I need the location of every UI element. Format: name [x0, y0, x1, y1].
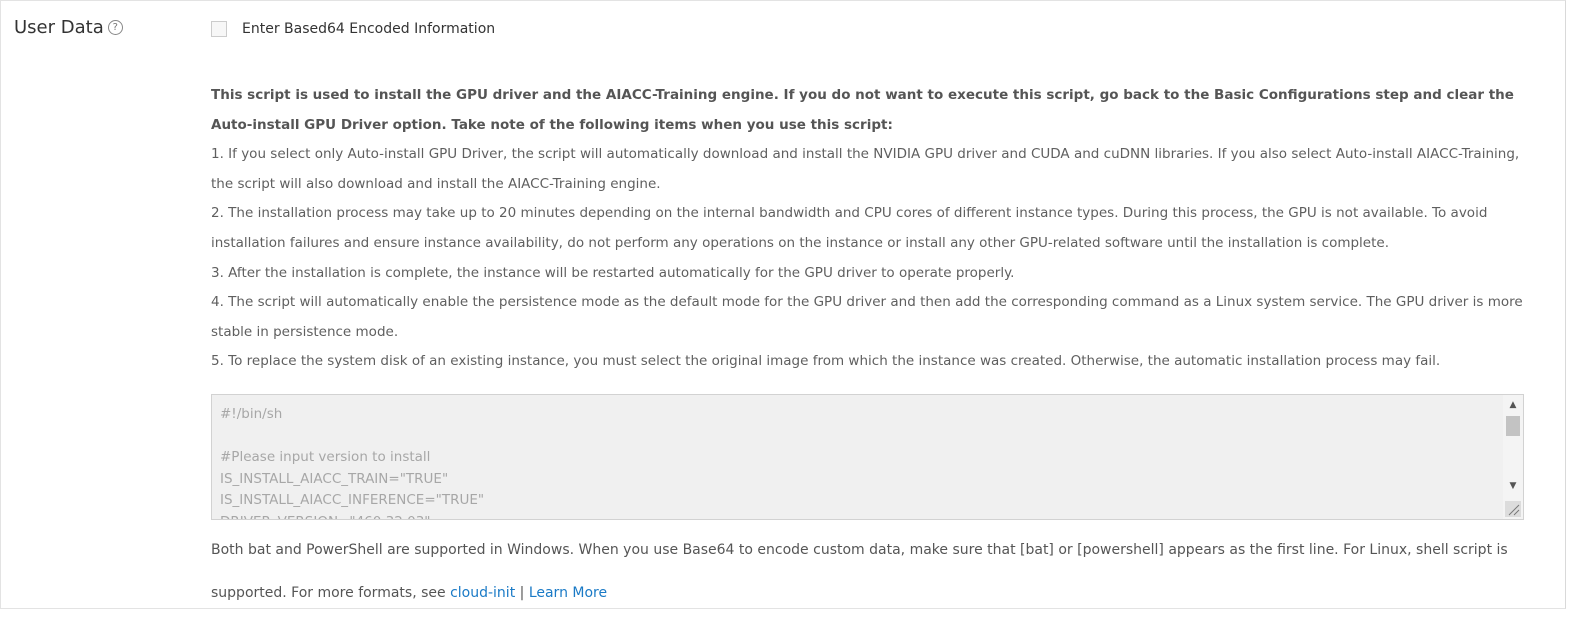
cloud-init-link[interactable]: cloud-init [450, 585, 515, 601]
scroll-thumb[interactable] [1506, 416, 1520, 436]
notes-item-1: 1. If you select only Auto-install GPU D… [211, 146, 1520, 192]
field-label: User Data [14, 17, 104, 38]
scroll-up-arrow-icon[interactable]: ▲ [1503, 397, 1523, 413]
notes-item-2: 2. The installation process may take up … [211, 205, 1488, 251]
base64-checkbox-label[interactable]: Enter Based64 Encoded Information [242, 21, 495, 37]
footer-text: Both bat and PowerShell are supported in… [211, 542, 1508, 601]
notes-item-3: 3. After the installation is complete, t… [211, 264, 1015, 281]
notes-intro: This script is used to install the GPU d… [211, 87, 1514, 133]
base64-checkbox-row[interactable]: Enter Based64 Encoded Information [211, 21, 495, 37]
gpu-script-notes: This script is used to install the GPU d… [211, 81, 1531, 377]
user-data-textarea[interactable]: #!/bin/sh #Please input version to insta… [211, 394, 1524, 520]
base64-checkbox[interactable] [211, 21, 227, 37]
scroll-down-arrow-icon[interactable]: ▼ [1503, 478, 1523, 494]
learn-more-link[interactable]: Learn More [529, 585, 607, 601]
footer-help-text: Both bat and PowerShell are supported in… [211, 529, 1531, 615]
resize-handle-icon[interactable] [1505, 501, 1521, 517]
help-icon[interactable]: ? [107, 20, 123, 35]
notes-item-5: 5. To replace the system disk of an exis… [211, 353, 1441, 370]
user-data-label-row: User Data ? [14, 17, 123, 38]
link-separator: | [515, 585, 529, 601]
textarea-content: #!/bin/sh #Please input version to insta… [220, 406, 485, 519]
notes-item-4: 4. The script will automatically enable … [211, 294, 1523, 340]
